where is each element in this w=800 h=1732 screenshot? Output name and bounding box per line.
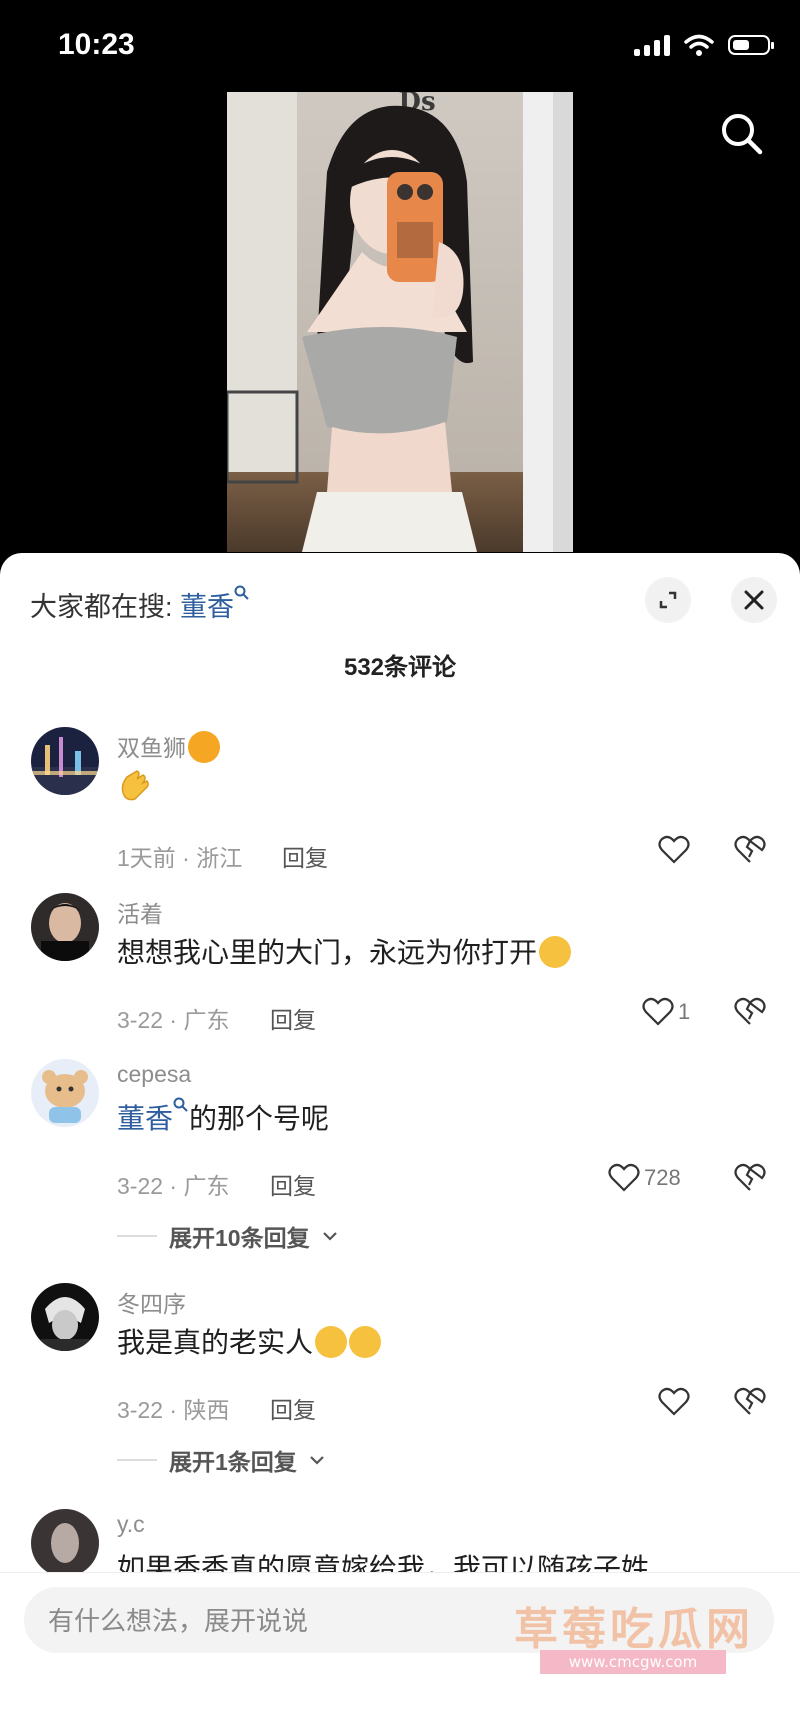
battery-level xyxy=(733,40,749,50)
expand-replies-button[interactable]: 展开10条回复 xyxy=(117,1219,338,1253)
hot-search-suggestion[interactable]: 大家都在搜: 董香 xyxy=(30,585,250,624)
close-icon xyxy=(744,590,764,610)
heart-icon xyxy=(658,835,690,864)
link-search-icon xyxy=(173,1097,188,1112)
avatar[interactable] xyxy=(31,893,99,961)
like-count: 728 xyxy=(644,1165,681,1190)
reply-button[interactable]: 回复 xyxy=(270,1167,316,1201)
video-photo: Ds xyxy=(227,92,573,552)
comment-username[interactable]: y.c xyxy=(117,1511,145,1538)
chevron-down-icon xyxy=(322,1232,337,1241)
hot-search-prefix: 大家都在搜: xyxy=(30,592,173,622)
video-frame[interactable]: Ds xyxy=(227,92,573,552)
comment-meta: 3-22 · 陕西 xyxy=(117,1397,230,1423)
divider xyxy=(117,1459,157,1461)
watermark-url: www.cmcgw.com xyxy=(540,1650,726,1674)
expand-replies-button[interactable]: 展开1条回复 xyxy=(117,1443,325,1477)
battery-icon xyxy=(728,35,774,55)
heart-icon xyxy=(642,997,674,1026)
heart-icon xyxy=(658,1387,690,1416)
reply-button[interactable]: 回复 xyxy=(270,1391,316,1425)
like-button[interactable]: 1 xyxy=(642,997,690,1027)
comment-text: 我是真的老实人 xyxy=(117,1321,382,1361)
comment-username[interactable]: cepesa xyxy=(117,1061,191,1088)
pleading-face-emoji-icon xyxy=(539,935,572,968)
heart-icon xyxy=(608,1163,640,1192)
clap-emoji-icon xyxy=(121,770,149,801)
like-count: 1 xyxy=(678,999,691,1024)
like-button[interactable] xyxy=(658,1387,690,1417)
close-sheet-button[interactable] xyxy=(731,577,777,623)
broken-heart-icon[interactable] xyxy=(734,997,766,1027)
comment-text-body: 我是真的老实人 xyxy=(117,1327,314,1358)
avatar[interactable] xyxy=(31,1283,99,1351)
avatar[interactable] xyxy=(31,1509,99,1577)
avatar[interactable] xyxy=(31,727,99,795)
expand-replies-label: 展开10条回复 xyxy=(169,1225,310,1251)
comment-search-link[interactable]: 董香 xyxy=(117,1103,173,1134)
comment-input[interactable] xyxy=(46,1587,550,1655)
like-button[interactable]: 728 xyxy=(608,1163,681,1193)
watermark-text: 草莓吃瓜网 xyxy=(514,1604,754,1655)
crying-face-emoji-icon xyxy=(349,1325,382,1358)
expand-icon xyxy=(659,591,677,609)
comment-text: 董香 的那个号呢 xyxy=(117,1097,329,1137)
comment-username[interactable]: 冬四序 xyxy=(117,1285,186,1319)
comment-text-body: 想想我心里的大门，永远为你打开 xyxy=(117,937,538,968)
chevron-down-icon xyxy=(310,1456,324,1465)
search-icon[interactable] xyxy=(718,110,766,158)
reply-button[interactable]: 回复 xyxy=(282,839,328,873)
expand-replies-label: 展开1条回复 xyxy=(169,1449,297,1475)
comment-username[interactable]: 双鱼狮 xyxy=(117,729,220,766)
divider xyxy=(117,1235,157,1237)
comment-sheet: 大家都在搜: 董香 532条评论 双鱼狮 1天前 · 浙江 回复 活着 想想我心… xyxy=(0,553,800,1731)
expand-sheet-button[interactable] xyxy=(645,577,691,623)
comment-meta: 3-22 · 广东 xyxy=(117,1173,230,1199)
wifi-icon xyxy=(684,34,714,56)
comment-meta: 1天前 · 浙江 xyxy=(117,845,243,871)
status-icons xyxy=(634,34,774,56)
broken-heart-icon[interactable] xyxy=(734,1163,766,1193)
comment-text xyxy=(117,767,153,810)
reply-button[interactable]: 回复 xyxy=(270,1001,316,1035)
status-time: 10:23 xyxy=(58,28,135,61)
broken-heart-icon[interactable] xyxy=(734,1387,766,1417)
comment-username-text: 双鱼狮 xyxy=(117,735,186,761)
like-button[interactable] xyxy=(658,835,690,865)
crying-face-emoji-icon xyxy=(315,1325,348,1358)
avatar[interactable] xyxy=(31,1059,99,1127)
comment-count: 532条评论 xyxy=(343,654,457,681)
comment-meta: 3-22 · 广东 xyxy=(117,1007,230,1033)
hot-search-term[interactable]: 董香 xyxy=(180,592,234,622)
comment-input-bar: 草莓吃瓜网 www.cmcgw.com xyxy=(0,1572,800,1732)
broken-heart-icon[interactable] xyxy=(734,835,766,865)
comment-text-body: 的那个号呢 xyxy=(189,1103,330,1134)
lion-emoji-icon xyxy=(188,730,220,763)
comment-text: 想想我心里的大门，永远为你打开 xyxy=(117,931,572,971)
comment-username[interactable]: 活着 xyxy=(117,895,163,929)
hot-search-search-icon xyxy=(234,585,249,600)
signal-icon xyxy=(634,34,670,56)
